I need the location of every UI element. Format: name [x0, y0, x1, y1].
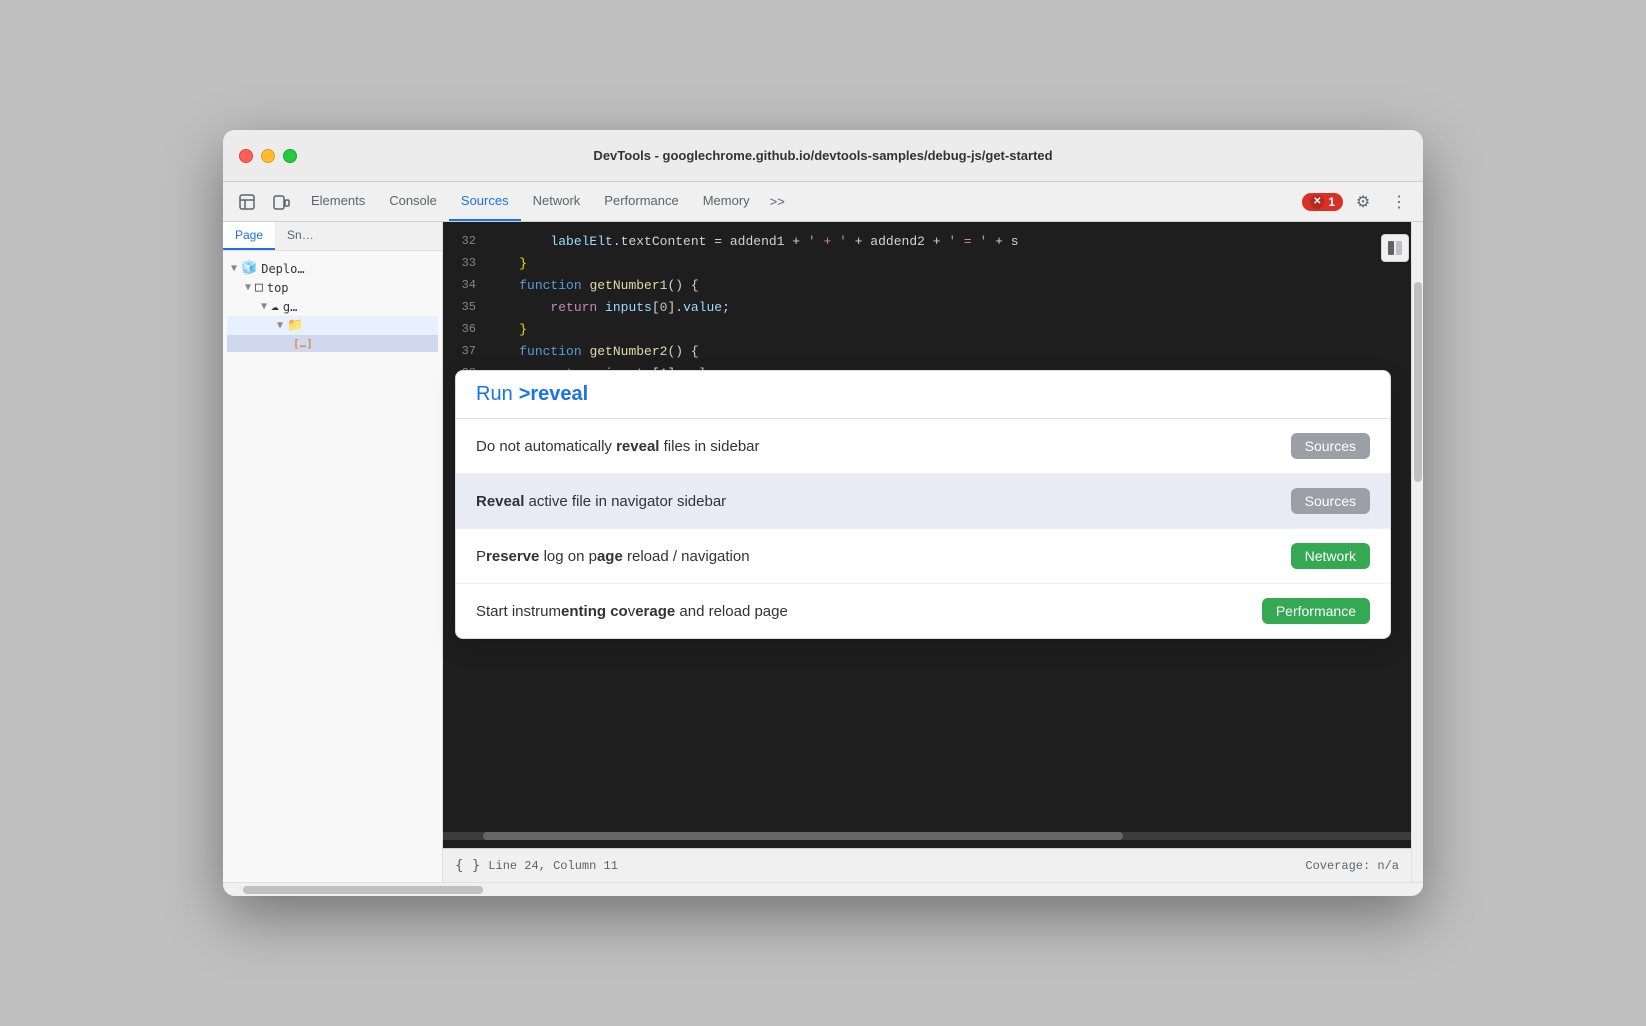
command-result-1[interactable]: Do not automatically reveal files in sid… — [456, 419, 1390, 474]
result-badge-3: Network — [1291, 543, 1370, 569]
code-line-34: 34 function getNumber1() { — [443, 274, 1411, 296]
sidebar-tab-snippets[interactable]: Sn… — [275, 222, 326, 250]
tab-network[interactable]: Network — [521, 182, 593, 221]
settings-icon[interactable]: ⚙ — [1347, 186, 1379, 218]
command-prefix: Run — [476, 383, 513, 406]
command-palette: Run >reveal Do not automatically reveal … — [455, 370, 1391, 639]
code-line-37: 37 function getNumber2() { — [443, 340, 1411, 362]
toolbar-right: ✕ 1 ⚙ ⋮ — [1302, 186, 1415, 218]
code-line-33: 33 } — [443, 252, 1411, 274]
tree-item-g[interactable]: ▼ ☁ g… — [227, 297, 438, 316]
tree-item-file[interactable]: […] — [227, 335, 438, 352]
bottom-scrollbar-thumb[interactable] — [243, 886, 483, 894]
sidebar-tab-page[interactable]: Page — [223, 222, 275, 250]
sidebar-tree: ▼ 🧊 Deplo… ▼ □ top ▼ ☁ g… ▼ 📁 — [223, 251, 442, 360]
arrow-icon: ▼ — [277, 320, 283, 331]
tab-bar: Elements Console Sources Network Perform… — [299, 182, 1300, 221]
code-line-35: 35 return inputs[0].value; — [443, 296, 1411, 318]
tree-item-folder[interactable]: ▼ 📁 — [227, 316, 438, 335]
tab-overflow[interactable]: >> — [762, 194, 793, 209]
maximize-button[interactable] — [283, 149, 297, 163]
vertical-scrollbar-thumb[interactable] — [1414, 282, 1422, 482]
status-bar: { } Line 24, Column 11 Coverage: n/a — [443, 848, 1411, 882]
error-badge[interactable]: ✕ 1 — [1302, 193, 1343, 211]
traffic-lights — [239, 149, 297, 163]
command-input-row: Run >reveal — [456, 371, 1390, 419]
tab-sources[interactable]: Sources — [449, 182, 521, 221]
tab-console[interactable]: Console — [377, 182, 449, 221]
more-icon[interactable]: ⋮ — [1383, 186, 1415, 218]
arrow-icon: ▼ — [261, 301, 267, 312]
command-result-4[interactable]: Start instrumenting coverage and reload … — [456, 584, 1390, 638]
close-button[interactable] — [239, 149, 253, 163]
error-icon: ✕ — [1310, 195, 1324, 209]
arrow-icon: ▼ — [245, 282, 251, 293]
title-bar: DevTools - googlechrome.github.io/devtoo… — [223, 130, 1423, 182]
result-text-3: Preserve log on page reload / navigation — [476, 548, 1291, 565]
tab-performance[interactable]: Performance — [592, 182, 690, 221]
code-line-36: 36 } — [443, 318, 1411, 340]
cursor-position: Line 24, Column 11 — [488, 859, 618, 873]
result-badge-1: Sources — [1291, 433, 1370, 459]
command-result-3[interactable]: Preserve log on page reload / navigation… — [456, 529, 1390, 584]
tab-elements[interactable]: Elements — [299, 182, 377, 221]
code-line-32: 32 labelElt.textContent = addend1 + ' + … — [443, 230, 1411, 252]
arrow-icon: ▼ — [231, 263, 237, 274]
sidebar: Page Sn… ▼ 🧊 Deplo… ▼ □ top ▼ — [223, 222, 443, 882]
command-result-2[interactable]: Reveal active file in navigator sidebar … — [456, 474, 1390, 529]
devtools-window: DevTools - googlechrome.github.io/devtoo… — [223, 130, 1423, 896]
sidebar-toggle-button[interactable] — [1381, 234, 1409, 262]
tree-item-deploy[interactable]: ▼ 🧊 Deplo… — [227, 259, 438, 278]
device-icon[interactable] — [265, 186, 297, 218]
tab-memory[interactable]: Memory — [691, 182, 762, 221]
tree-item-top[interactable]: ▼ □ top — [227, 278, 438, 297]
coverage-status: Coverage: n/a — [1305, 859, 1399, 873]
command-input[interactable]: >reveal — [519, 383, 589, 406]
horizontal-scrollbar[interactable] — [443, 832, 1411, 840]
format-icon[interactable]: { } — [455, 858, 480, 874]
devtools-toolbar: Elements Console Sources Network Perform… — [223, 182, 1423, 222]
code-lines: 32 labelElt.textContent = addend1 + ' + … — [443, 222, 1411, 392]
bottom-scrollbar-area[interactable] — [223, 882, 1423, 896]
vertical-scrollbar[interactable] — [1411, 222, 1423, 882]
status-left: { } Line 24, Column 11 — [455, 858, 618, 874]
error-count: 1 — [1328, 195, 1335, 209]
main-content: Page Sn… ▼ 🧊 Deplo… ▼ □ top ▼ — [223, 222, 1423, 882]
result-badge-4: Performance — [1262, 598, 1370, 624]
horizontal-scrollbar-thumb[interactable] — [483, 832, 1123, 840]
sidebar-tabs: Page Sn… — [223, 222, 442, 251]
result-text-1: Do not automatically reveal files in sid… — [476, 438, 1291, 455]
minimize-button[interactable] — [261, 149, 275, 163]
cursor-icon[interactable] — [231, 186, 263, 218]
result-badge-2: Sources — [1291, 488, 1370, 514]
result-text-2: Reveal active file in navigator sidebar — [476, 493, 1291, 510]
result-text-4: Start instrumenting coverage and reload … — [476, 603, 1262, 620]
window-title: DevTools - googlechrome.github.io/devtoo… — [593, 148, 1052, 163]
